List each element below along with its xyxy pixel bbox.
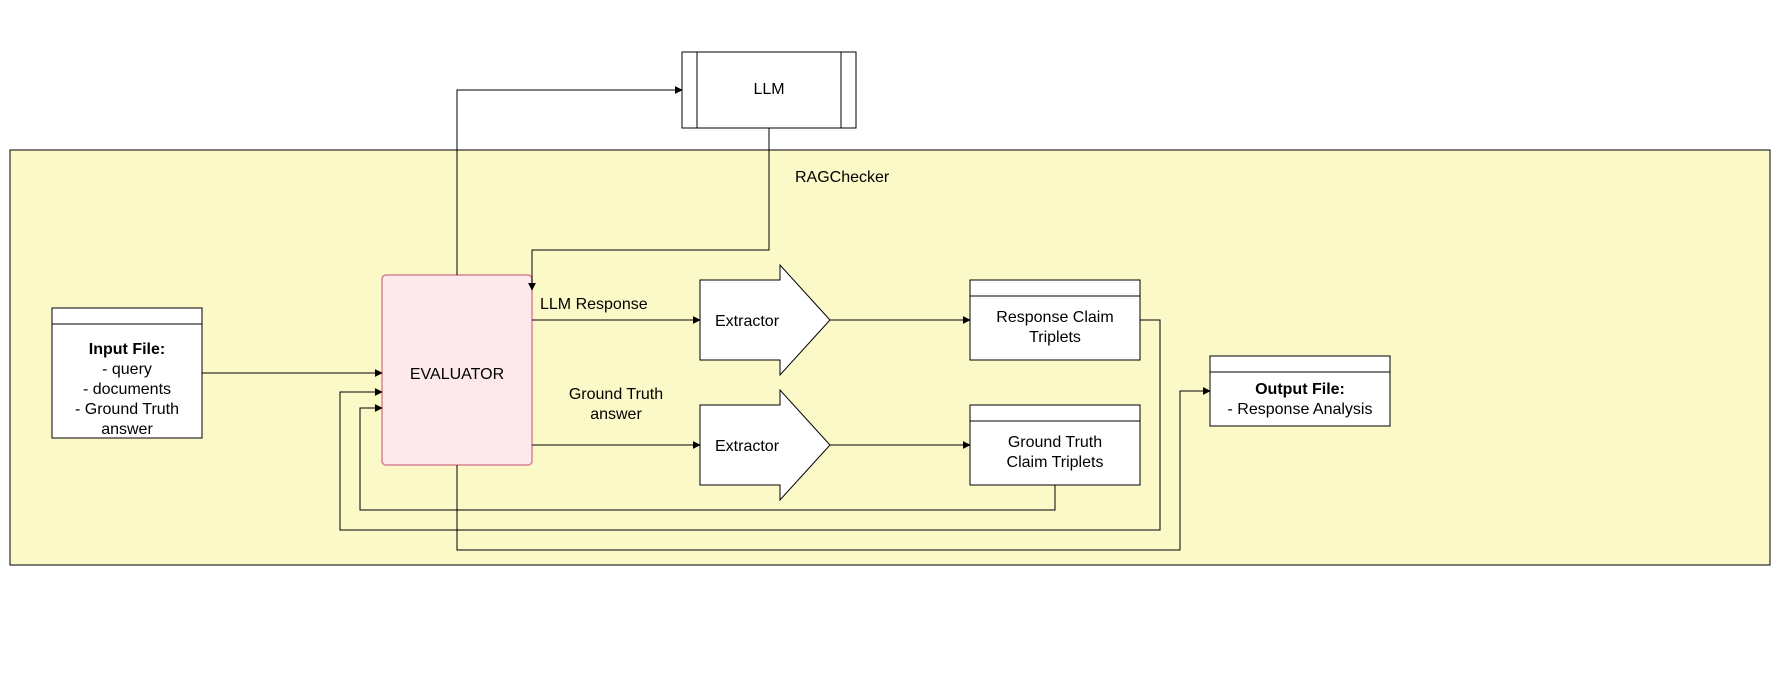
gt-triplets-line1: Ground Truth — [1008, 434, 1102, 451]
response-triplets-line1: Response Claim — [996, 309, 1113, 326]
input-file-title: Input File: — [89, 341, 165, 358]
llm-label: LLM — [753, 81, 784, 98]
input-file-item-0: - query — [102, 361, 152, 378]
input-file-item-3: answer — [101, 421, 153, 438]
input-file-item-1: - documents — [83, 381, 171, 398]
output-file-title: Output File: — [1255, 381, 1345, 398]
node-groundtruth-triplets: Ground Truth Claim Triplets — [970, 405, 1140, 485]
response-triplets-line2: Triplets — [1029, 329, 1081, 346]
edge-label-llm-response: LLM Response — [540, 296, 648, 313]
evaluator-label: EVALUATOR — [410, 366, 504, 383]
ragchecker-label: RAGChecker — [795, 169, 890, 186]
extractor-2-label: Extractor — [715, 438, 780, 455]
output-file-line1: - Response Analysis — [1228, 401, 1373, 418]
node-output-file: Output File: - Response Analysis — [1210, 356, 1390, 426]
edge-label-gt-line2: answer — [590, 406, 642, 423]
extractor-1-label: Extractor — [715, 313, 780, 330]
node-evaluator: EVALUATOR — [382, 275, 532, 465]
edge-label-gt-line1: Ground Truth — [569, 386, 663, 403]
container-ragchecker — [10, 150, 1770, 565]
input-file-item-2: - Ground Truth — [75, 401, 179, 418]
node-response-triplets: Response Claim Triplets — [970, 280, 1140, 360]
node-llm: LLM — [682, 52, 856, 128]
gt-triplets-line2: Claim Triplets — [1007, 454, 1104, 471]
node-input-file: Input File: - query - documents - Ground… — [52, 308, 202, 438]
diagram-canvas: LLM RAGChecker Input File: - query - doc… — [0, 0, 1780, 680]
